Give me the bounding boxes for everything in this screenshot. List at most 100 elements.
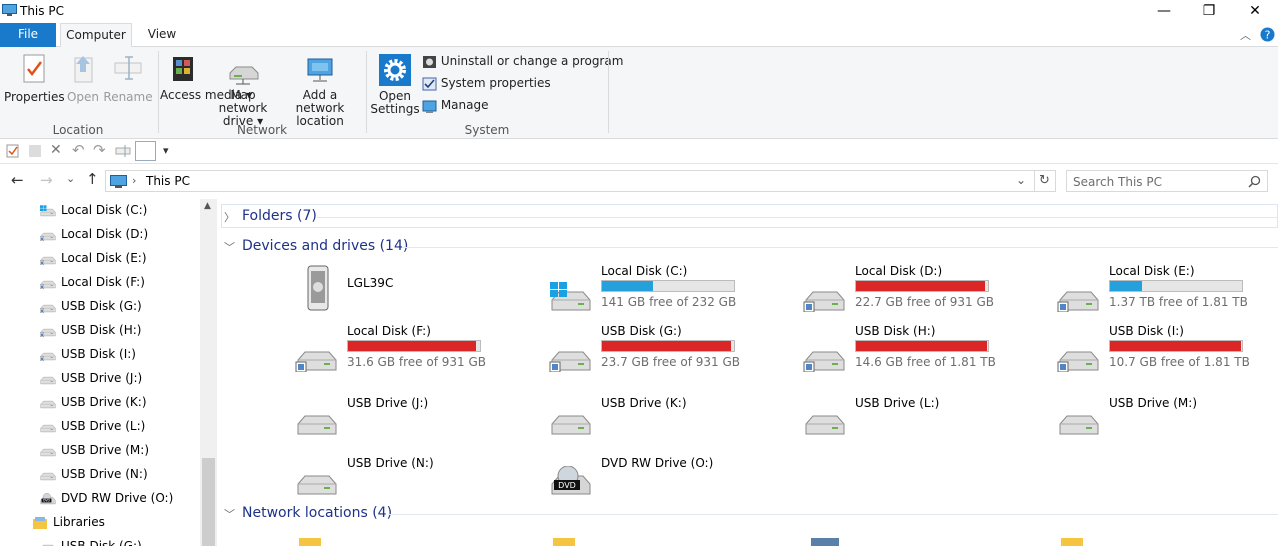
drive-tile[interactable]: Local Disk (E:) 1.37 TB free of 1.81 TB bbox=[1054, 262, 1278, 322]
drive-free-space: 14.6 GB free of 1.81 TB bbox=[855, 355, 996, 369]
group-system-label: System bbox=[464, 123, 510, 137]
drive-name: DVD RW Drive (O:) bbox=[601, 456, 714, 470]
drive-usage-fill bbox=[1110, 281, 1142, 291]
properties-button[interactable]: Properties bbox=[4, 53, 65, 104]
dvd-drive-icon: DVD bbox=[551, 466, 591, 495]
breadcrumb-chevron-icon[interactable]: › bbox=[132, 174, 136, 187]
close-button[interactable]: ✕ bbox=[1232, 0, 1278, 23]
nav-item[interactable]: USB Drive (L:) bbox=[0, 415, 200, 439]
drive-usage-bar bbox=[601, 340, 735, 352]
rename-button[interactable]: Rename bbox=[102, 53, 154, 104]
maximize-button[interactable]: ❐ bbox=[1186, 0, 1232, 23]
add-network-location-button[interactable]: Add a network location bbox=[280, 53, 360, 128]
access-media-icon bbox=[173, 57, 193, 81]
system-properties-button[interactable]: System properties bbox=[422, 76, 551, 91]
access-media-label: Access media ▾ bbox=[160, 88, 253, 102]
address-bar[interactable]: › This PC ⌄ bbox=[105, 170, 1035, 192]
qat-input-box[interactable] bbox=[135, 141, 156, 161]
settings-gear-icon bbox=[379, 54, 411, 86]
nav-item[interactable]: USB Drive (K:) bbox=[0, 391, 200, 415]
nav-item-label: USB Drive (N:) bbox=[61, 467, 148, 481]
network-folder-icon[interactable] bbox=[298, 534, 322, 546]
address-dropdown-icon[interactable]: ⌄ bbox=[1016, 173, 1026, 187]
nav-item[interactable]: Local Disk (C:) bbox=[0, 199, 200, 223]
network-folder-icon[interactable] bbox=[1060, 534, 1084, 546]
network-media-icon[interactable] bbox=[808, 534, 844, 546]
refresh-button[interactable]: ↻ bbox=[1034, 170, 1056, 192]
customize-qat-icon[interactable]: ▾ bbox=[163, 144, 169, 157]
manage-button[interactable]: Manage bbox=[422, 98, 489, 113]
divider bbox=[388, 514, 1278, 515]
nav-item[interactable]: Local Disk (E:) bbox=[0, 247, 200, 271]
nav-item[interactable]: Local Disk (F:) bbox=[0, 271, 200, 295]
help-icon[interactable]: ? bbox=[1260, 27, 1275, 42]
forward-arrow-icon[interactable]: → bbox=[40, 171, 53, 189]
group-network[interactable]: ﹀ Network locations (4) bbox=[218, 503, 1278, 527]
uninstall-program-button[interactable]: Uninstall or change a program bbox=[422, 54, 623, 69]
drive-tile[interactable]: USB Disk (H:) 14.6 GB free of 1.81 TB bbox=[800, 322, 1054, 382]
svg-text:DVD: DVD bbox=[558, 481, 576, 490]
back-arrow-icon[interactable]: ← bbox=[11, 171, 24, 189]
drive-name: USB Drive (J:) bbox=[347, 396, 429, 410]
properties-qat-icon[interactable] bbox=[6, 144, 20, 158]
usb-drive-icon bbox=[40, 400, 56, 409]
group-network-label: Network locations (4) bbox=[242, 505, 393, 521]
drive-tile[interactable]: USB Drive (K:) bbox=[546, 394, 800, 454]
navigation-pane: Local Disk (C:) Local Disk (D:) Local Disk… bbox=[0, 199, 200, 546]
nav-item[interactable]: Libraries bbox=[0, 511, 200, 535]
group-devices[interactable]: ﹀ Devices and drives (14) bbox=[218, 236, 1278, 260]
drive-tile[interactable]: Local Disk (D:) 22.7 GB free of 931 GB bbox=[800, 262, 1054, 322]
nav-item[interactable]: USB Disk (H:) bbox=[0, 319, 200, 343]
drive-tile[interactable]: USB Drive (J:) bbox=[292, 394, 546, 454]
collapse-chevron-icon[interactable]: ﹀ bbox=[224, 239, 235, 255]
nav-item-label: Libraries bbox=[53, 515, 105, 529]
nav-item[interactable]: USB Drive (N:) bbox=[0, 463, 200, 487]
drive-usage-fill bbox=[856, 281, 985, 291]
redo-qat-icon[interactable]: ↷ bbox=[93, 141, 106, 159]
nav-item[interactable]: USB Drive (J:) bbox=[0, 367, 200, 391]
nav-item[interactable]: USB Drive (M:) bbox=[0, 439, 200, 463]
nav-scrollbar-thumb[interactable] bbox=[202, 458, 215, 546]
tab-view[interactable]: View bbox=[140, 23, 184, 48]
collapse-ribbon-icon[interactable]: ︿ bbox=[1240, 27, 1251, 43]
drive-tile[interactable]: USB Disk (G:) 23.7 GB free of 931 GB bbox=[546, 322, 800, 382]
drive-tile[interactable]: USB Disk (I:) 10.7 GB free of 1.81 TB bbox=[1054, 322, 1278, 382]
dvd-drive-icon: DVD bbox=[40, 493, 56, 505]
tab-computer[interactable]: Computer bbox=[60, 23, 132, 48]
new-folder-qat-icon[interactable] bbox=[28, 144, 42, 158]
up-arrow-icon[interactable]: ↑ bbox=[86, 170, 99, 188]
collapse-chevron-icon[interactable]: ﹀ bbox=[224, 506, 235, 522]
network-folder-icon[interactable] bbox=[552, 534, 576, 546]
drive-name: Local Disk (E:) bbox=[1109, 264, 1195, 278]
drive-name: Local Disk (D:) bbox=[855, 264, 943, 278]
scroll-up-icon[interactable]: ▲ bbox=[204, 201, 211, 211]
group-location-label: Location bbox=[52, 123, 104, 137]
nav-item-label: USB Drive (L:) bbox=[61, 419, 146, 433]
nav-item[interactable]: USB Disk (G:) bbox=[0, 295, 200, 319]
open-settings-label: Open Settings bbox=[370, 89, 420, 116]
drive-usage-bar bbox=[855, 340, 989, 352]
open-button[interactable]: Open bbox=[64, 53, 102, 104]
drive-tile[interactable]: Local Disk (C:) 141 GB free of 232 GB bbox=[546, 262, 800, 322]
access-media-button[interactable]: Access media ▾ bbox=[160, 53, 253, 102]
tab-file[interactable]: File bbox=[0, 23, 56, 47]
add-network-location-icon bbox=[307, 58, 333, 82]
nav-item[interactable]: USB Disk (I:) bbox=[0, 343, 200, 367]
drive-tile[interactable]: Local Disk (F:) 31.6 GB free of 931 GB bbox=[292, 322, 546, 382]
drive-usage-fill bbox=[602, 281, 654, 291]
nav-item[interactable]: DVD DVD RW Drive (O:) bbox=[0, 487, 200, 511]
drive-tile[interactable]: LGL39C bbox=[292, 262, 546, 322]
open-settings-button[interactable]: Open Settings bbox=[370, 53, 420, 116]
delete-qat-icon[interactable]: ✕ bbox=[50, 142, 62, 158]
drive-tile[interactable]: USB Drive (L:) bbox=[800, 394, 1054, 454]
nav-item[interactable]: USB Disk (G:) bbox=[0, 535, 200, 546]
search-input[interactable]: Search This PC bbox=[1066, 170, 1268, 192]
nav-item[interactable]: Local Disk (D:) bbox=[0, 223, 200, 247]
address-path[interactable]: This PC bbox=[146, 174, 190, 188]
drive-tile[interactable]: USB Drive (M:) bbox=[1054, 394, 1278, 454]
map-network-drive-button[interactable]: Map network drive ▾ bbox=[206, 53, 280, 128]
undo-qat-icon[interactable]: ↶ bbox=[72, 141, 85, 159]
recent-locations-icon[interactable]: ⌄ bbox=[66, 172, 75, 185]
rename-qat-icon[interactable] bbox=[115, 144, 131, 158]
minimize-button[interactable]: — bbox=[1141, 0, 1187, 23]
